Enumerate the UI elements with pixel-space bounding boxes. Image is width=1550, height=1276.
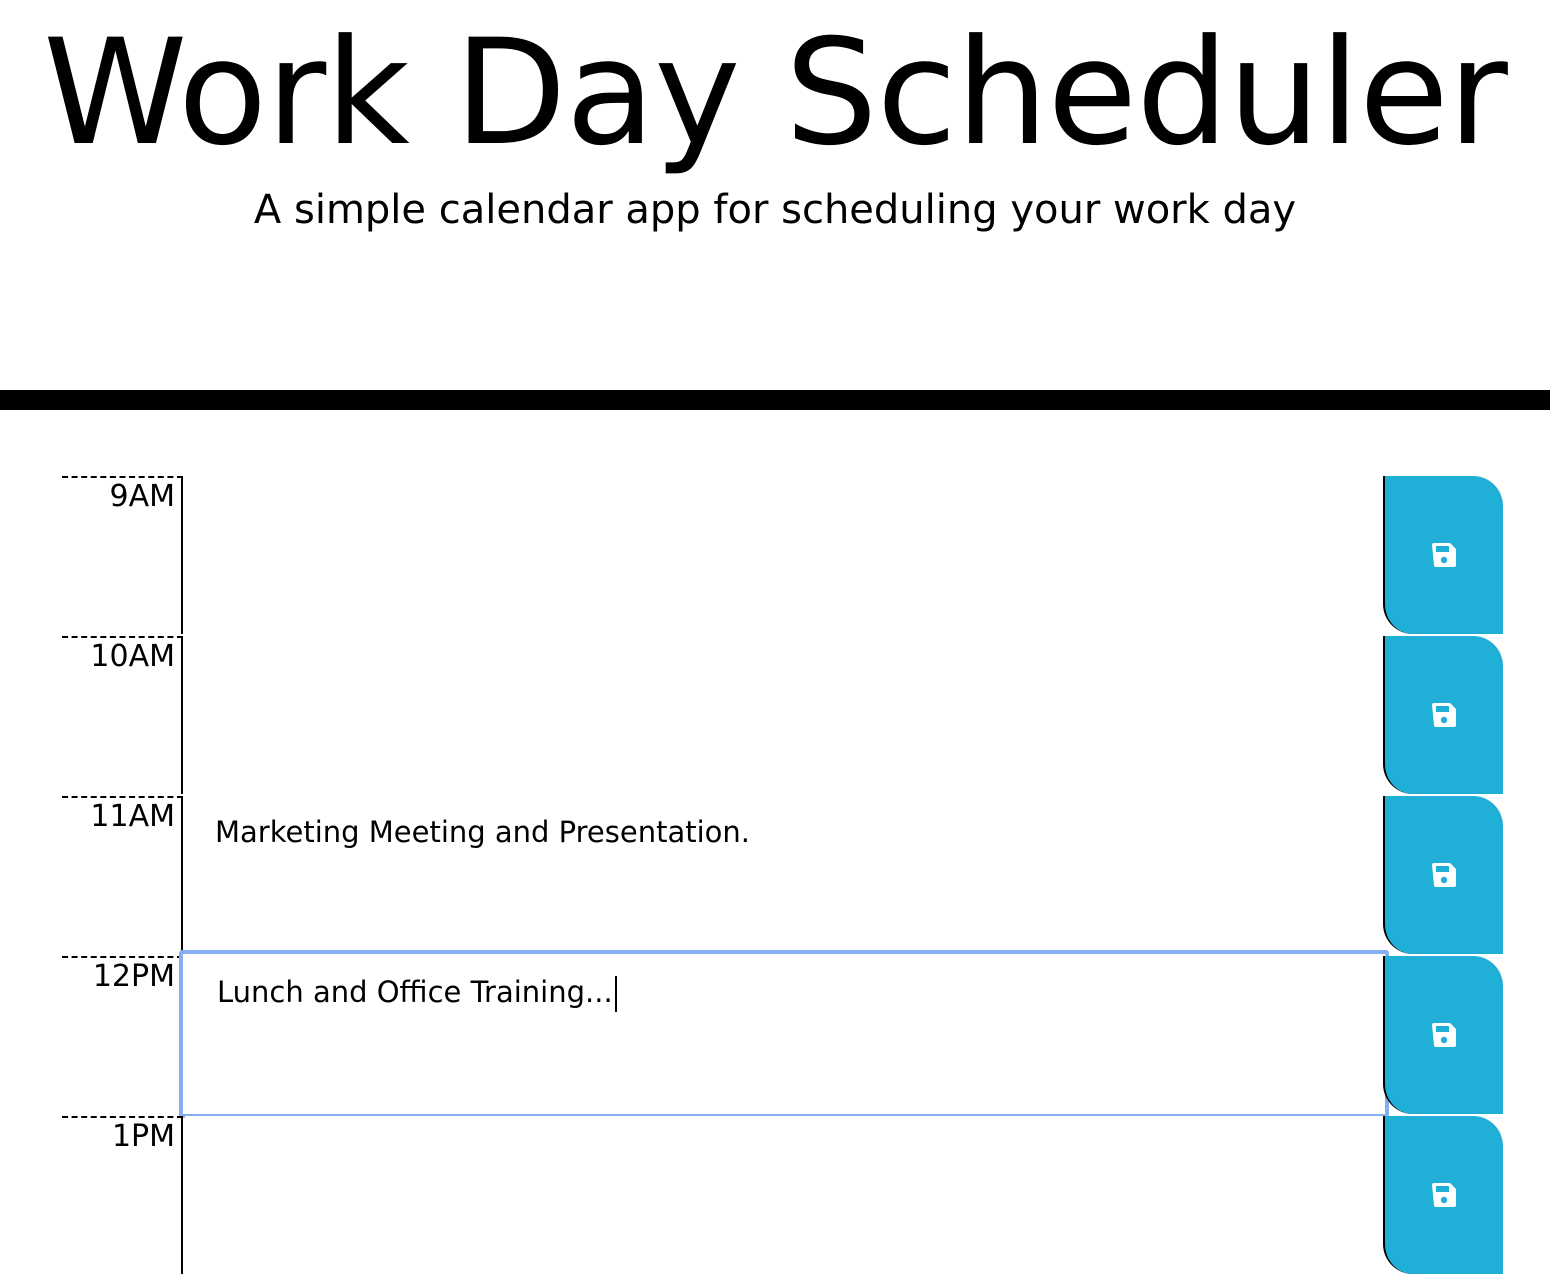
time-block-1pm: 1PM [62, 1116, 1503, 1276]
time-block-12pm: 12PM Lunch and Office Training... [62, 950, 1503, 1118]
floppy-disk-icon [1432, 543, 1456, 567]
save-button[interactable] [1383, 956, 1503, 1114]
event-text: Lunch and Office Training... [217, 975, 613, 1009]
floppy-disk-icon [1432, 703, 1456, 727]
time-block-10am: 10AM [62, 636, 1503, 796]
time-block-9am: 9AM [62, 476, 1503, 636]
save-button[interactable] [1383, 796, 1503, 954]
save-button[interactable] [1383, 1116, 1503, 1274]
event-textarea-focused[interactable]: Lunch and Office Training... [179, 950, 1389, 1118]
event-textarea[interactable]: Marketing Meeting and Presentation. [185, 796, 1383, 956]
floppy-disk-icon [1432, 1183, 1456, 1207]
text-caret [614, 976, 617, 1012]
hour-label: 12PM [62, 956, 183, 1114]
event-textarea[interactable] [185, 1116, 1383, 1276]
floppy-disk-icon [1432, 863, 1456, 887]
page-subtitle: A simple calendar app for scheduling you… [253, 187, 1297, 233]
hour-label: 11AM [62, 796, 183, 954]
floppy-disk-icon [1432, 1023, 1456, 1047]
event-textarea[interactable] [185, 636, 1383, 796]
schedule-container: 9AM 10AM 11AM Marketing Meeting and Pres… [62, 476, 1503, 1276]
header-divider [0, 390, 1550, 410]
page-title: Work Day Scheduler [43, 8, 1508, 178]
time-block-11am: 11AM Marketing Meeting and Presentation. [62, 796, 1503, 956]
hour-label: 9AM [62, 476, 183, 634]
header: Work Day Scheduler A simple calendar app… [0, 0, 1550, 390]
hour-label: 1PM [62, 1116, 183, 1274]
save-button[interactable] [1383, 636, 1503, 794]
save-button[interactable] [1383, 476, 1503, 634]
hour-label: 10AM [62, 636, 183, 794]
event-textarea[interactable] [185, 476, 1383, 636]
